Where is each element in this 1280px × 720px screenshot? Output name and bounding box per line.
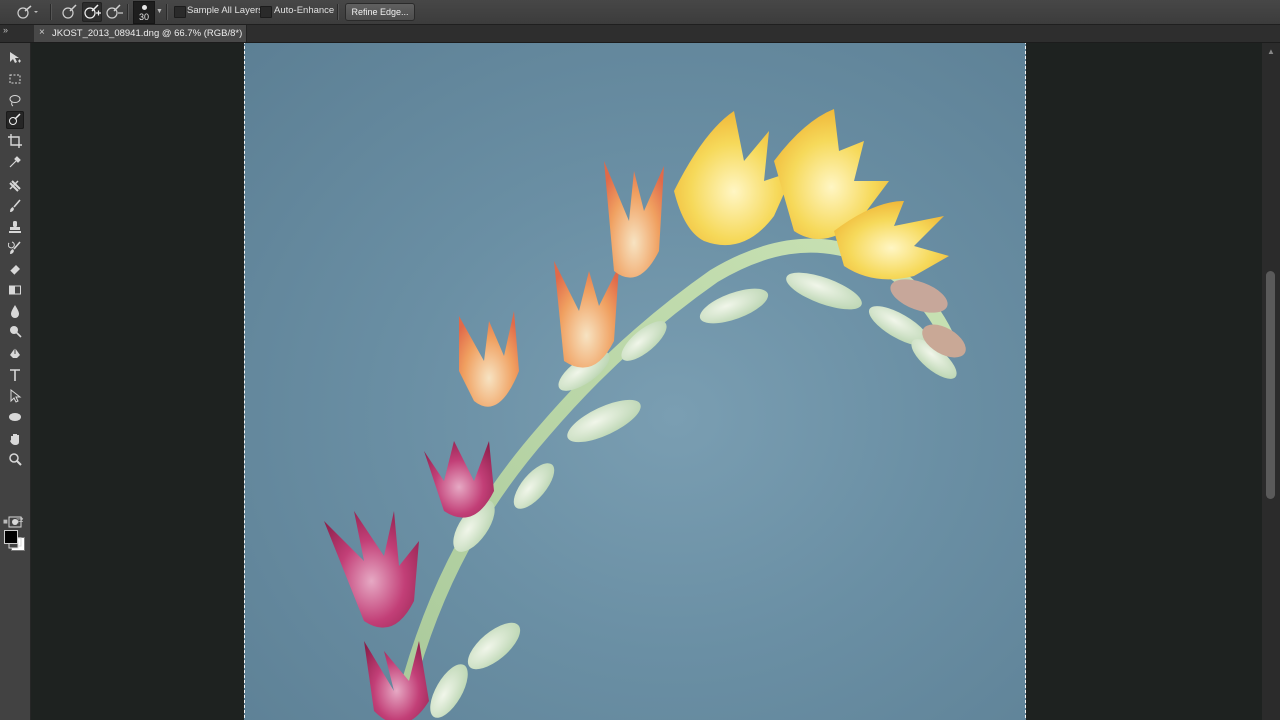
zoom-tool[interactable]: [6, 450, 24, 468]
new-selection-icon: [62, 4, 77, 19]
add-to-selection-icon: [84, 4, 101, 19]
hand-tool-icon: [10, 434, 19, 445]
eraser-tool[interactable]: [6, 260, 24, 278]
move-tool-icon: [10, 52, 21, 63]
hand-tool[interactable]: [6, 430, 24, 448]
history-brush-tool-icon: [8, 241, 21, 254]
options-bar: 30 ▼ Sample All Layers Auto-Enhance Refi…: [0, 0, 1280, 25]
collapse-panels-icon[interactable]: »: [3, 25, 8, 35]
zoom-tool-icon: [9, 453, 22, 466]
dodge-tool-icon: [10, 326, 22, 338]
history-brush-tool[interactable]: [6, 239, 24, 257]
succulent-flower-photo: [324, 109, 966, 720]
scrollbar-thumb[interactable]: [1266, 271, 1275, 499]
foreground-color-swatch[interactable]: [4, 530, 18, 544]
lasso-tool-icon: [9, 95, 21, 107]
healing-brush-tool-icon: [9, 180, 21, 192]
ellipse-tool-icon: [9, 413, 21, 421]
brush-tool[interactable]: [6, 197, 24, 215]
eraser-tool-icon: [9, 265, 20, 276]
pen-tool-icon: [10, 348, 20, 358]
document-tab-bar: » × JKOST_2013_08941.dng @ 66.7% (RGB/8*…: [0, 25, 1280, 43]
pen-tool[interactable]: [6, 345, 24, 363]
document-tab-title: JKOST_2013_08941.dng @ 66.7% (RGB/8*): [52, 28, 243, 39]
clone-stamp-tool-icon: [9, 221, 21, 233]
marquee-tool-icon: [9, 74, 21, 84]
path-selection-tool[interactable]: [6, 387, 24, 405]
lasso-tool[interactable]: [6, 91, 24, 109]
subtract-from-selection-button[interactable]: [104, 2, 124, 22]
canvas-area[interactable]: [31, 43, 1262, 720]
divider: [50, 4, 51, 20]
blur-tool-icon: [11, 305, 19, 318]
gradient-tool-icon: [9, 285, 21, 295]
type-tool[interactable]: [6, 366, 24, 384]
quick-mask-icon: [8, 516, 22, 528]
scroll-up-icon[interactable]: ▲: [1267, 47, 1275, 56]
blur-tool[interactable]: [6, 302, 24, 320]
divider: [337, 4, 338, 20]
brush-size-value: 30: [138, 12, 149, 22]
refine-edge-button[interactable]: Refine Edge...: [345, 3, 415, 21]
path-selection-tool-icon: [10, 389, 22, 403]
type-tool-icon: [10, 369, 20, 381]
divider: [127, 4, 128, 20]
subtract-from-selection-icon: [106, 4, 123, 19]
eyedropper-tool-icon: [9, 156, 21, 168]
gradient-tool[interactable]: [6, 281, 24, 299]
divider: [166, 4, 167, 20]
crop-tool[interactable]: [6, 132, 24, 150]
auto-enhance-label: Auto-Enhance: [274, 5, 335, 16]
brush-tip-icon: [142, 5, 147, 10]
chevron-down-icon[interactable]: ▼: [156, 8, 163, 15]
auto-enhance-checkbox[interactable]: [260, 6, 272, 18]
sample-all-layers-checkbox[interactable]: [174, 6, 186, 18]
tools-panel: ■ ⇄: [0, 43, 31, 720]
vertical-scrollbar[interactable]: ▲: [1262, 43, 1280, 720]
quick-selection-tool-icon: [9, 113, 21, 125]
quick-selection-tool[interactable]: [6, 111, 24, 129]
clone-stamp-tool[interactable]: [6, 218, 24, 236]
tool-preset-picker[interactable]: [16, 4, 40, 20]
brush-tool-icon: [10, 199, 21, 212]
add-to-selection-button[interactable]: [82, 2, 102, 22]
eyedropper-tool[interactable]: [6, 153, 24, 171]
document-image[interactable]: [244, 43, 1026, 720]
crop-tool-icon: [8, 134, 22, 148]
move-tool[interactable]: [6, 49, 24, 67]
quick-mask-button[interactable]: [6, 513, 24, 531]
marquee-tool[interactable]: [6, 70, 24, 88]
dodge-tool[interactable]: [6, 322, 24, 340]
close-icon[interactable]: ×: [39, 27, 45, 38]
document-tab[interactable]: × JKOST_2013_08941.dng @ 66.7% (RGB/8*): [34, 25, 247, 42]
sample-all-layers-label: Sample All Layers: [187, 5, 264, 16]
new-selection-button[interactable]: [60, 2, 80, 22]
quick-selection-brush-icon: [17, 5, 38, 19]
healing-brush-tool[interactable]: [6, 177, 24, 195]
ellipse-tool[interactable]: [6, 408, 24, 426]
brush-size-picker[interactable]: 30: [133, 1, 155, 24]
